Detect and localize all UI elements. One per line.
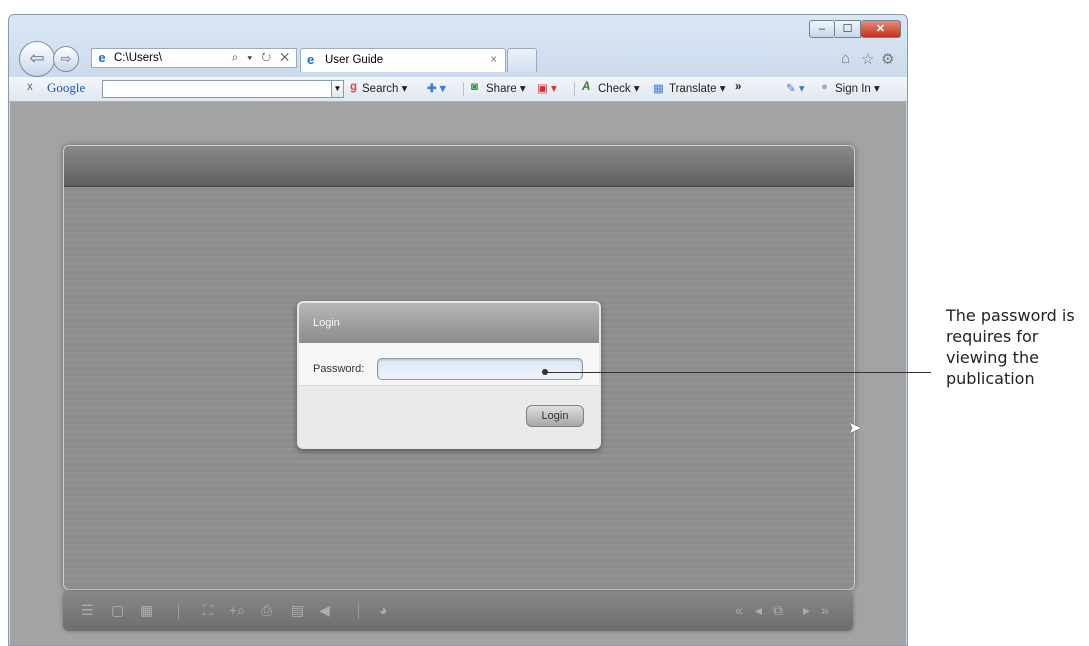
share-globe-icon[interactable]: ◕ [379, 602, 387, 618]
fullscreen-icon[interactable]: ⛶ [203, 602, 213, 618]
back-button[interactable]: ⇦ [19, 41, 55, 77]
table-of-contents-icon[interactable]: ☰ [81, 602, 94, 618]
check-button[interactable]: Check ▾ [598, 81, 640, 95]
forward-arrow-icon: ⇨ [60, 51, 72, 66]
google-logo: Google [47, 80, 86, 95]
share-button[interactable]: Share ▾ [486, 81, 526, 95]
plus-icon[interactable]: ✚ ▾ [427, 81, 446, 95]
next-page-icon[interactable]: ▸ [803, 602, 810, 618]
wrench-icon[interactable]: ✎ ▾ [786, 81, 805, 95]
callout-annotation: The password is requires for viewing the… [946, 306, 1075, 388]
star-icon[interactable]: ☆ [861, 50, 874, 68]
home-icon[interactable]: ⌂ [841, 50, 850, 67]
ie-icon: e [98, 50, 106, 65]
viewer-header [64, 146, 854, 187]
address-tools-icons[interactable]: ⌕ ▾ ↻ ✕ [232, 49, 292, 67]
toolbar-close-icon[interactable]: x [27, 81, 33, 93]
mouse-cursor-icon: ➤ [848, 420, 862, 437]
toolbar-separator [178, 603, 179, 619]
login-button[interactable]: Login [526, 405, 584, 427]
google-search-icon: g [350, 81, 358, 93]
maximize-button[interactable]: ☐ [835, 20, 861, 38]
translate-icon: ▦ [653, 83, 664, 95]
address-url[interactable]: C:\Users\ [114, 49, 162, 67]
toolbar-separator [574, 82, 575, 96]
google-toolbar: x Google ▼ g Search ▾ ✚ ▾ ◙ Share ▾ ▣ ▾ … [9, 77, 907, 102]
ie-tab-icon: e [307, 52, 315, 67]
tab-title: User Guide [325, 54, 384, 66]
previous-page-icon[interactable]: ◂ [755, 602, 762, 618]
login-dialog-title: Login [299, 303, 599, 343]
password-input[interactable] [377, 358, 583, 380]
translate-button[interactable]: Translate ▾ [669, 81, 725, 95]
more-button[interactable]: » [735, 81, 741, 93]
minimize-button[interactable]: – [809, 20, 835, 38]
close-window-button[interactable]: ✕ [861, 20, 901, 38]
last-page-icon[interactable]: » [821, 602, 829, 618]
sound-icon[interactable]: ◀ [319, 602, 330, 618]
gear-icon[interactable]: ⚙ [881, 50, 894, 68]
search-button[interactable]: Search ▾ [362, 81, 407, 95]
search-dropdown-icon[interactable]: ▼ [332, 80, 344, 98]
thumbnails-icon[interactable]: ▦ [140, 602, 153, 618]
print-icon[interactable]: ⎙ [261, 602, 272, 618]
back-arrow-icon: ⇦ [29, 48, 45, 68]
zoom-in-icon[interactable]: +⌕ [229, 602, 245, 618]
callout-line [545, 372, 931, 373]
sign-in-button[interactable]: Sign In ▾ [835, 81, 880, 95]
toolbar-separator [358, 603, 359, 619]
share-icon: ◙ [471, 81, 478, 93]
page-navigator-icon[interactable]: ⧉ [773, 602, 783, 618]
google-search-input[interactable] [102, 80, 332, 98]
new-tab-button[interactable] [507, 48, 537, 72]
toolbar-separator [463, 82, 464, 96]
viewer-toolbar: ☰ ▢ ▦ ⛶ +⌕ ⎙ ▤ ◀ ◕ « ◂ ⧉ ▸ » [63, 591, 853, 631]
check-icon: A [582, 81, 591, 93]
account-icon: ● [821, 81, 828, 93]
password-label: Password: [313, 363, 365, 375]
tab-user-guide[interactable]: e User Guide × [300, 48, 506, 72]
first-page-icon[interactable]: « [735, 602, 743, 618]
address-bar[interactable]: e C:\Users\ ⌕ ▾ ↻ ✕ [91, 48, 297, 68]
tab-close-icon[interactable]: × [490, 49, 497, 71]
save-icon[interactable]: ▤ [291, 602, 304, 618]
translate-page-icon[interactable]: ▣ ▾ [537, 81, 557, 95]
login-dialog: Login Password: Login [297, 301, 601, 449]
single-page-icon[interactable]: ▢ [111, 602, 124, 618]
forward-button[interactable]: ⇨ [53, 46, 79, 72]
